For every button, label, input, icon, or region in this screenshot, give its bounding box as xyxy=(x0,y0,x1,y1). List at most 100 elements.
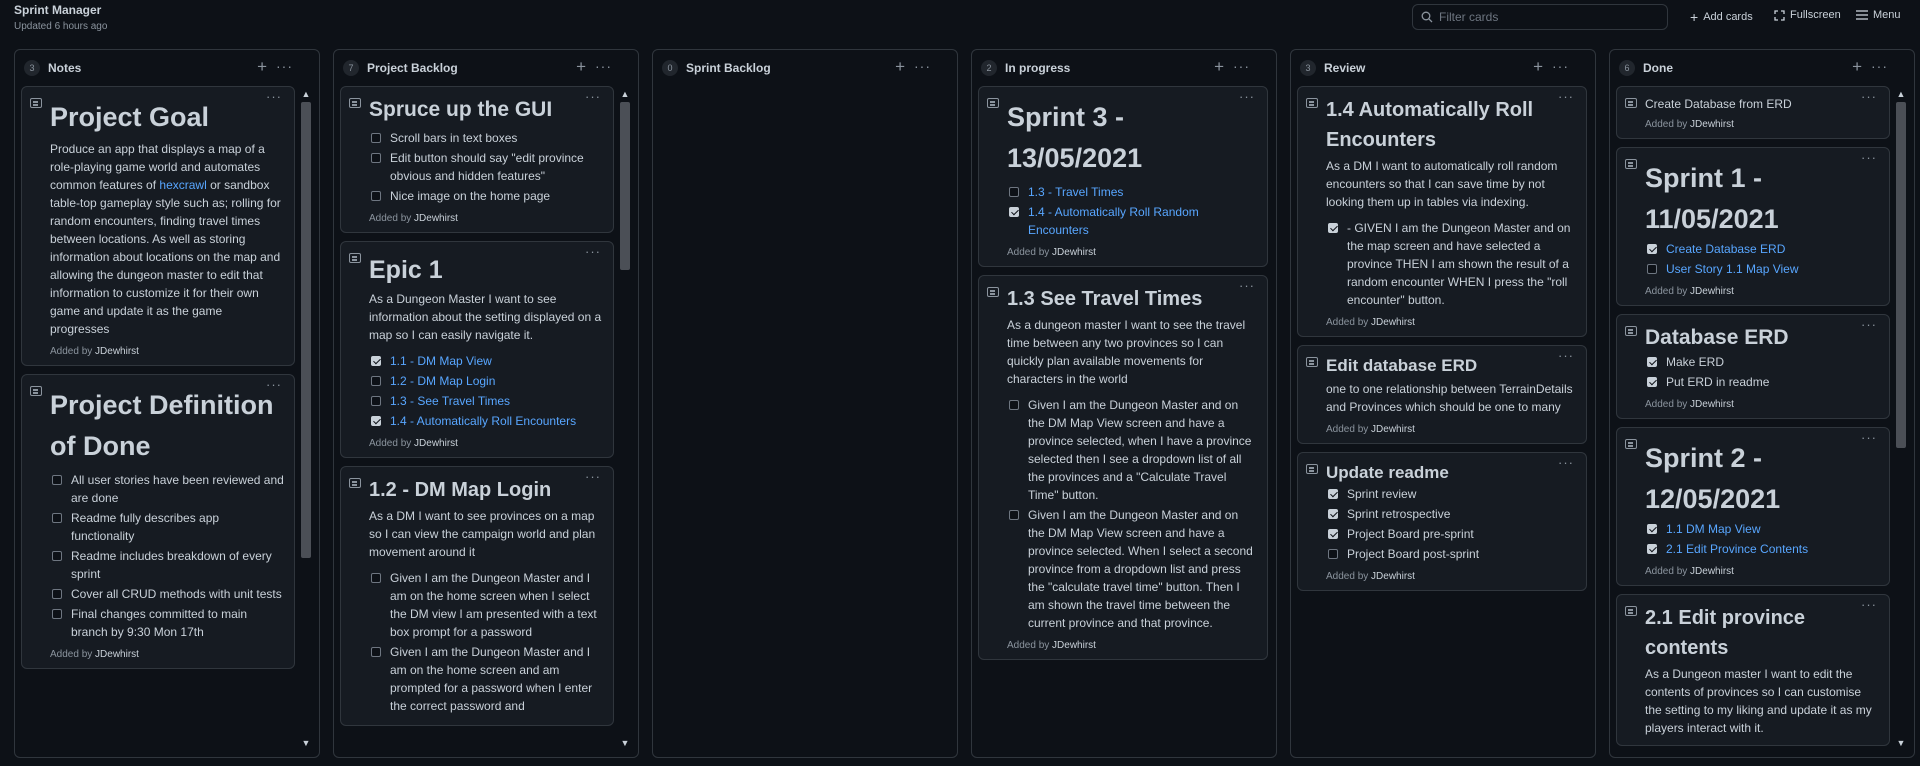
checkbox[interactable] xyxy=(371,191,381,201)
note-card[interactable]: ··· Sprint 3 - 13/05/2021 1.3 - Travel T… xyxy=(978,86,1268,267)
checkbox[interactable] xyxy=(52,513,62,523)
card-menu-icon[interactable]: ··· xyxy=(266,89,282,104)
column-scrollbar[interactable]: ▲ ▼ xyxy=(300,88,312,749)
checkbox-checked[interactable] xyxy=(1328,529,1338,539)
scroll-thumb[interactable] xyxy=(1896,102,1906,448)
checkbox[interactable] xyxy=(371,396,381,406)
checkbox-checked[interactable] xyxy=(1647,357,1657,367)
column-menu-icon[interactable]: ··· xyxy=(1871,58,1888,74)
scroll-up-arrow-icon[interactable]: ▲ xyxy=(619,88,631,100)
card-menu-icon[interactable]: ··· xyxy=(1861,430,1877,445)
column-menu-icon[interactable]: ··· xyxy=(276,58,293,74)
checkbox[interactable] xyxy=(371,647,381,657)
note-card[interactable]: ··· Spruce up the GUI Scroll bars in tex… xyxy=(340,86,614,233)
menu-button[interactable]: Menu xyxy=(1856,9,1901,21)
card-menu-icon[interactable]: ··· xyxy=(1861,150,1877,165)
checkbox-checked[interactable] xyxy=(1647,377,1657,387)
issue-link[interactable]: User Story 1.1 Map View xyxy=(1666,260,1799,278)
author-link[interactable]: JDewhirst xyxy=(95,346,139,357)
checkbox[interactable] xyxy=(371,153,381,163)
author-link[interactable]: JDewhirst xyxy=(1690,399,1734,410)
add-card-plus-icon[interactable]: + xyxy=(257,58,267,75)
checkbox-checked[interactable] xyxy=(1647,244,1657,254)
author-link[interactable]: JDewhirst xyxy=(1690,566,1734,577)
checkbox-checked[interactable] xyxy=(371,356,381,366)
column-menu-icon[interactable]: ··· xyxy=(1552,58,1569,74)
note-card[interactable]: ··· Sprint 1 - 11/05/2021 Create Databas… xyxy=(1616,147,1890,306)
note-card[interactable]: ··· Project Definition of Done All user … xyxy=(21,374,295,669)
checkbox-checked[interactable] xyxy=(1328,223,1338,233)
card-menu-icon[interactable]: ··· xyxy=(1558,89,1574,104)
issue-link[interactable]: 1.3 - Travel Times xyxy=(1028,183,1123,201)
card-menu-icon[interactable]: ··· xyxy=(585,244,601,259)
author-link[interactable]: JDewhirst xyxy=(1371,424,1415,435)
add-card-plus-icon[interactable]: + xyxy=(576,58,586,75)
issue-link[interactable]: 1.2 - DM Map Login xyxy=(390,372,495,390)
hexcrawl-link[interactable]: hexcrawl xyxy=(159,178,206,192)
note-card[interactable]: ··· Create Database from ERD Added by JD… xyxy=(1616,86,1890,139)
card-menu-icon[interactable]: ··· xyxy=(1558,348,1574,363)
note-card[interactable]: ··· Project Goal Produce an app that dis… xyxy=(21,86,295,366)
checkbox[interactable] xyxy=(1009,400,1019,410)
note-card[interactable]: ··· Sprint 2 - 12/05/2021 1.1 DM Map Vie… xyxy=(1616,427,1890,586)
author-link[interactable]: JDewhirst xyxy=(1052,640,1096,651)
checkbox[interactable] xyxy=(52,551,62,561)
column-scrollbar[interactable]: ▲ ▼ xyxy=(619,88,631,749)
scroll-up-arrow-icon[interactable]: ▲ xyxy=(300,88,312,100)
checkbox[interactable] xyxy=(52,475,62,485)
card-menu-icon[interactable]: ··· xyxy=(585,469,601,484)
issue-link[interactable]: 1.1 DM Map View xyxy=(1666,520,1760,538)
checkbox[interactable] xyxy=(1328,549,1338,559)
column-menu-icon[interactable]: ··· xyxy=(595,58,612,74)
issue-link[interactable]: 1.4 - Automatically Roll Random Encounte… xyxy=(1028,203,1257,239)
checkbox-checked[interactable] xyxy=(371,416,381,426)
card-menu-icon[interactable]: ··· xyxy=(1861,317,1877,332)
filter-cards-input[interactable] xyxy=(1439,10,1659,24)
issue-link[interactable]: 2.1 Edit Province Contents xyxy=(1666,540,1808,558)
column-menu-icon[interactable]: ··· xyxy=(914,58,931,74)
fullscreen-button[interactable]: Fullscreen xyxy=(1774,9,1841,21)
card-menu-icon[interactable]: ··· xyxy=(1861,89,1877,104)
scroll-down-arrow-icon[interactable]: ▼ xyxy=(300,737,312,749)
add-cards-button[interactable]: + Add cards xyxy=(1690,9,1753,25)
scroll-thumb[interactable] xyxy=(620,102,630,270)
card-menu-icon[interactable]: ··· xyxy=(1861,597,1877,612)
note-card[interactable]: ··· 1.3 See Travel Times As a dungeon ma… xyxy=(978,275,1268,660)
author-link[interactable]: JDewhirst xyxy=(1690,119,1734,130)
scroll-thumb[interactable] xyxy=(301,102,311,558)
author-link[interactable]: JDewhirst xyxy=(1371,317,1415,328)
add-card-plus-icon[interactable]: + xyxy=(1214,58,1224,75)
card-menu-icon[interactable]: ··· xyxy=(1239,89,1255,104)
checkbox[interactable] xyxy=(1009,187,1019,197)
checkbox[interactable] xyxy=(1009,510,1019,520)
add-card-plus-icon[interactable]: + xyxy=(1533,58,1543,75)
author-link[interactable]: JDewhirst xyxy=(95,649,139,660)
checkbox-checked[interactable] xyxy=(1647,524,1657,534)
issue-link[interactable]: 1.1 - DM Map View xyxy=(390,352,492,370)
note-card[interactable]: ··· Database ERD Make ERD Put ERD in rea… xyxy=(1616,314,1890,419)
note-card[interactable]: ··· Epic 1 As a Dungeon Master I want to… xyxy=(340,241,614,458)
card-menu-icon[interactable]: ··· xyxy=(585,89,601,104)
scroll-down-arrow-icon[interactable]: ▼ xyxy=(619,737,631,749)
author-link[interactable]: JDewhirst xyxy=(414,438,458,449)
issue-link[interactable]: 1.4 - Automatically Roll Encounters xyxy=(390,412,576,430)
note-card[interactable]: ··· 2.1 Edit province contents As a Dung… xyxy=(1616,594,1890,746)
note-card[interactable]: ··· 1.2 - DM Map Login As a DM I want to… xyxy=(340,466,614,726)
add-card-plus-icon[interactable]: + xyxy=(895,58,905,75)
add-card-plus-icon[interactable]: + xyxy=(1852,58,1862,75)
checkbox[interactable] xyxy=(1647,264,1657,274)
scroll-up-arrow-icon[interactable]: ▲ xyxy=(1895,88,1907,100)
checkbox[interactable] xyxy=(52,609,62,619)
note-card[interactable]: ··· 1.4 Automatically Roll Encounters As… xyxy=(1297,86,1587,337)
checkbox-checked[interactable] xyxy=(1328,509,1338,519)
column-menu-icon[interactable]: ··· xyxy=(1233,58,1250,74)
checkbox[interactable] xyxy=(52,589,62,599)
checkbox[interactable] xyxy=(371,573,381,583)
scroll-down-arrow-icon[interactable]: ▼ xyxy=(1895,737,1907,749)
author-link[interactable]: JDewhirst xyxy=(1052,247,1096,258)
issue-link[interactable]: Create Database ERD xyxy=(1666,240,1785,258)
checkbox-checked[interactable] xyxy=(1328,489,1338,499)
column-scrollbar[interactable]: ▲ ▼ xyxy=(1895,88,1907,749)
issue-link[interactable]: 1.3 - See Travel Times xyxy=(390,392,510,410)
card-menu-icon[interactable]: ··· xyxy=(1239,278,1255,293)
